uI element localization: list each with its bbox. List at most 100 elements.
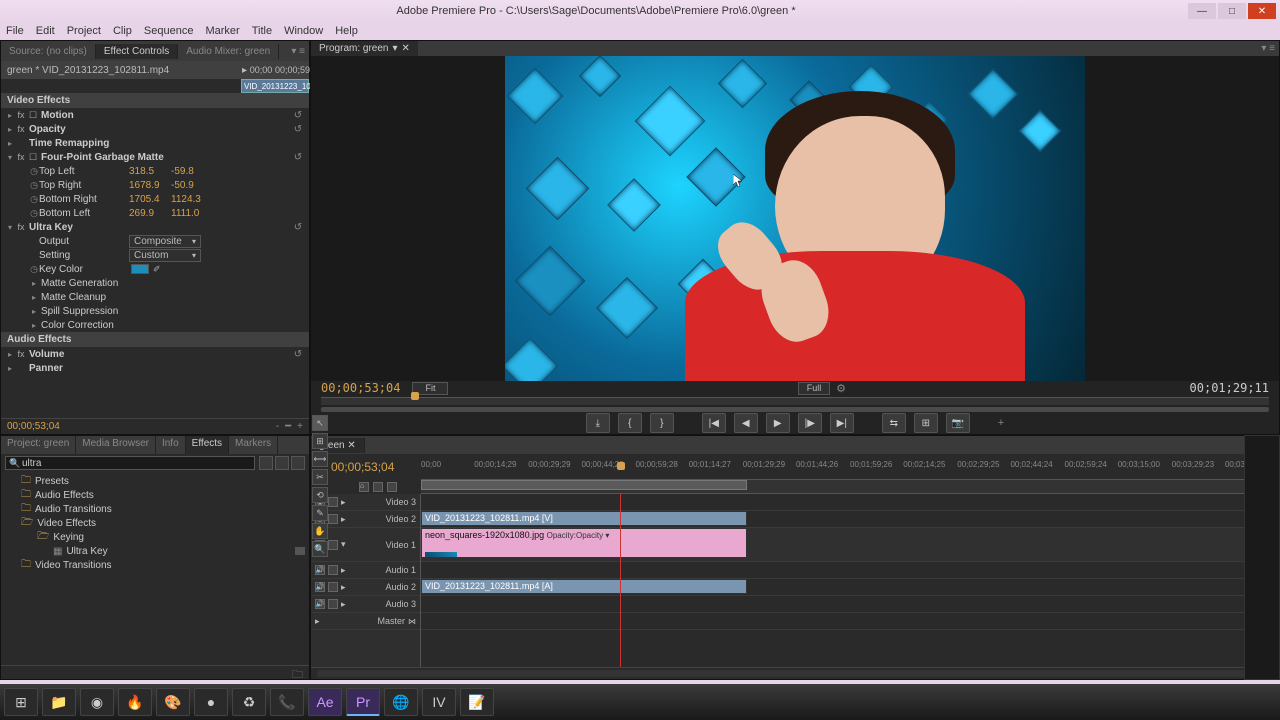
app-icon[interactable]: 🌐 (384, 688, 418, 716)
step-back-button[interactable]: ◀ (734, 413, 758, 433)
param-value[interactable]: -50.9 (171, 180, 213, 191)
track-v3[interactable]: Video 3 (386, 497, 416, 507)
track-master[interactable]: Master (377, 616, 405, 626)
tab-markers[interactable]: Markers (229, 436, 278, 454)
work-area[interactable] (421, 480, 747, 490)
effect-garbage-matte[interactable]: Four-Point Garbage Matte (39, 152, 291, 163)
track-mute-toggle[interactable]: 🔊 (315, 599, 325, 609)
start-button[interactable]: ⊞ (4, 688, 38, 716)
panel-menu-icon[interactable]: ▾ ≡ (1257, 43, 1279, 54)
twirl-icon[interactable]: ▸ (5, 139, 15, 148)
twirl-icon[interactable]: ▸ (5, 111, 15, 120)
fx-badge-icon[interactable]: fx (15, 152, 27, 162)
extract-button[interactable]: ⊞ (914, 413, 938, 433)
setting-dropdown[interactable]: Custom (129, 249, 201, 262)
obs-icon[interactable]: ● (194, 688, 228, 716)
menu-title[interactable]: Title (252, 25, 272, 37)
twirl-icon[interactable]: ▸ (341, 514, 346, 525)
ec-mini-timeline[interactable]: VID_20131223_1028 (241, 79, 309, 93)
menu-project[interactable]: Project (67, 25, 101, 37)
param-value[interactable]: 1111.0 (171, 208, 213, 219)
chrome-icon[interactable]: ◉ (80, 688, 114, 716)
fx-badge-icon[interactable]: fx (15, 110, 27, 120)
twirl-icon[interactable]: ▸ (29, 307, 39, 316)
zoom-tool[interactable]: 🔍 (312, 541, 328, 557)
reset-icon[interactable]: ↺ (291, 124, 305, 135)
param-value[interactable]: 318.5 (129, 166, 171, 177)
key-color-swatch[interactable] (131, 264, 149, 274)
reset-icon[interactable]: ↺ (291, 110, 305, 121)
twirl-icon[interactable]: ▾ (5, 153, 15, 162)
fx-filter-icon[interactable] (291, 456, 305, 470)
timeline-ruler[interactable]: 00;00 00;00;14;29 00;00;29;29 00;00;44;2… (421, 454, 1279, 480)
menu-sequence[interactable]: Sequence (144, 25, 194, 37)
folder-keying[interactable]: Keying (53, 532, 84, 543)
param-value[interactable]: -59.8 (171, 166, 213, 177)
reset-icon[interactable]: ↺ (291, 349, 305, 360)
menu-edit[interactable]: Edit (36, 25, 55, 37)
premiere-icon[interactable]: Pr (346, 688, 380, 716)
track-lock-toggle[interactable] (328, 565, 338, 575)
mark-in-button[interactable]: { (618, 413, 642, 433)
go-to-in-button[interactable]: |◀ (702, 413, 726, 433)
twirl-icon[interactable]: ▾ (5, 223, 15, 232)
clip-video-1[interactable]: neon_squares-1920x1080.jpg Opacity:Opaci… (421, 528, 747, 558)
tab-project[interactable]: Project: green (1, 436, 76, 454)
ripple-edit-tool[interactable]: ⟷ (312, 451, 328, 467)
clip-audio-2[interactable]: VID_20131223_102811.mp4 [A] (421, 579, 747, 594)
track-v2[interactable]: Video 2 (386, 514, 416, 524)
stopwatch-icon[interactable]: ◷ (29, 166, 39, 177)
minimize-button[interactable]: — (1188, 3, 1216, 19)
twirl-icon[interactable]: ▸ (29, 293, 39, 302)
folder-audio-transitions[interactable]: Audio Transitions (35, 504, 112, 515)
effect-ultra-key-item[interactable]: Ultra Key (66, 546, 107, 557)
fx-filter-icon[interactable] (275, 456, 289, 470)
param-value[interactable]: 1705.4 (129, 194, 171, 205)
program-viewer[interactable] (505, 56, 1085, 381)
after-effects-icon[interactable]: Ae (308, 688, 342, 716)
twirl-icon[interactable]: ▸ (341, 599, 346, 610)
maximize-button[interactable]: □ (1218, 3, 1246, 19)
param-matte-generation[interactable]: Matte Generation (39, 278, 305, 289)
tab-media-browser[interactable]: Media Browser (76, 436, 156, 454)
param-matte-cleanup[interactable]: Matte Cleanup (39, 292, 305, 303)
track-lock-toggle[interactable] (328, 599, 338, 609)
twirl-icon[interactable]: ▸ (341, 497, 346, 508)
tab-effects[interactable]: Effects (186, 436, 229, 454)
folder-video-transitions[interactable]: Video Transitions (35, 560, 112, 571)
tab-audio-mixer[interactable]: Audio Mixer: green (178, 44, 279, 59)
slip-tool[interactable]: ⟲ (312, 487, 328, 503)
timeline-timecode[interactable]: 00;00;53;04 (331, 460, 394, 474)
fx-badge-icon[interactable]: fx (15, 349, 27, 359)
param-value[interactable]: 1678.9 (129, 180, 171, 191)
playhead-icon[interactable] (617, 462, 625, 470)
effects-search-input[interactable] (5, 456, 255, 470)
output-dropdown[interactable]: Composite (129, 235, 201, 248)
twirl-icon[interactable]: ▸ (5, 364, 15, 373)
razor-tool[interactable]: ✂ (312, 469, 328, 485)
snap-toggle[interactable]: ⌂ (359, 482, 369, 492)
close-tab-icon[interactable]: ✕ (402, 43, 410, 54)
menu-help[interactable]: Help (335, 25, 358, 37)
clip-video-2[interactable]: VID_20131223_102811.mp4 [V] (421, 511, 747, 526)
track-v1[interactable]: Video 1 (386, 540, 416, 550)
hand-tool[interactable]: ✋ (312, 523, 328, 539)
fx-badge-icon[interactable]: fx (15, 222, 27, 232)
stopwatch-icon[interactable]: ◷ (29, 208, 39, 219)
lift-button[interactable]: ⇆ (882, 413, 906, 433)
blender-icon[interactable]: 🔥 (118, 688, 152, 716)
effect-motion[interactable]: Motion (39, 110, 291, 121)
tab-source[interactable]: Source: (no clips) (1, 44, 96, 59)
twirl-icon[interactable]: ▸ (341, 565, 346, 576)
twirl-icon[interactable]: ▸ (29, 321, 39, 330)
dropdown-icon[interactable]: ▾ (392, 43, 397, 54)
program-current-timecode[interactable]: 00;00;53;04 (321, 381, 400, 395)
reset-icon[interactable]: ↺ (291, 152, 305, 163)
mark-out-button[interactable]: } (650, 413, 674, 433)
notepad-icon[interactable]: 📝 (460, 688, 494, 716)
file-explorer-icon[interactable]: 📁 (42, 688, 76, 716)
folder-video-effects[interactable]: Video Effects (37, 518, 96, 529)
track-mute-toggle[interactable]: 🔊 (315, 565, 325, 575)
pen-tool[interactable]: ✎ (312, 505, 328, 521)
export-frame-button[interactable]: 📷 (946, 413, 970, 433)
